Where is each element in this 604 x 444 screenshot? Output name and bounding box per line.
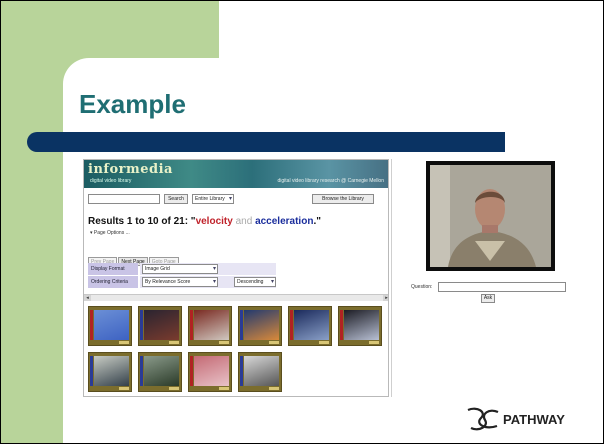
display-format-cell: Image Grid xyxy=(140,263,276,275)
thumbnail-caption-tag xyxy=(119,341,129,344)
thumbnail-caption-tag xyxy=(119,387,129,390)
thumbnail-caption-tag xyxy=(219,341,229,344)
library-browser-panel: informedia digital video library digital… xyxy=(83,159,389,397)
thumbnail-image xyxy=(94,356,129,386)
thumbnail-image xyxy=(194,356,229,386)
query-term-acceleration: acceleration xyxy=(255,216,314,227)
scroll-right-arrow-icon[interactable]: ▸ xyxy=(383,295,388,301)
pathway-logo: PATHWAY xyxy=(465,404,585,434)
results-suffix: ." xyxy=(313,216,321,227)
speaker-image xyxy=(430,165,551,267)
relevance-strip xyxy=(240,310,243,340)
video-thumbnail[interactable] xyxy=(88,352,132,392)
search-button[interactable]: Search xyxy=(164,194,188,204)
browse-library-button[interactable]: Browse the Library xyxy=(312,194,374,204)
search-input[interactable] xyxy=(88,194,160,204)
title-underline-bar xyxy=(27,132,505,152)
video-thumbnail[interactable] xyxy=(188,352,232,392)
display-format-label: Display Format xyxy=(88,263,138,275)
logo-subtitle: digital video library xyxy=(90,178,132,184)
thumbnail-image xyxy=(194,310,229,340)
horizontal-scrollbar[interactable]: ◂ ▸ xyxy=(84,294,388,301)
video-thumbnail[interactable] xyxy=(238,306,282,346)
thumbnail-caption-tag xyxy=(269,387,279,390)
page-options-toggle[interactable]: ▾ Page Options ... xyxy=(90,230,130,236)
thumbnail-image xyxy=(344,310,379,340)
library-banner: informedia digital video library digital… xyxy=(84,160,388,188)
video-thumbnail[interactable] xyxy=(138,352,182,392)
ask-button[interactable]: Ask xyxy=(481,294,495,303)
slide: Example informedia digital video library… xyxy=(0,0,604,444)
video-thumbnail[interactable] xyxy=(288,306,332,346)
video-thumbnail[interactable] xyxy=(238,352,282,392)
relevance-strip xyxy=(90,356,93,386)
pager-buttons: Prev Page Next Page Goto Page xyxy=(88,250,180,266)
ordering-criteria-cell: By Relevance Score Descending xyxy=(140,276,276,288)
scope-select[interactable]: Entire Library xyxy=(192,194,234,204)
thumbnail-image xyxy=(294,310,329,340)
relevance-strip xyxy=(240,356,243,386)
video-thumbnail[interactable] xyxy=(188,306,232,346)
relevance-strip xyxy=(190,310,193,340)
relevance-strip xyxy=(90,310,93,340)
relevance-strip xyxy=(140,356,143,386)
thumbnail-image xyxy=(144,356,179,386)
query-connector: and xyxy=(232,216,256,227)
sort-direction-select[interactable]: Descending xyxy=(234,277,276,287)
video-thumbnail[interactable] xyxy=(338,306,382,346)
thumbnail-image xyxy=(94,310,129,340)
scroll-left-arrow-icon[interactable]: ◂ xyxy=(84,295,91,301)
thumbnail-image xyxy=(244,310,279,340)
video-thumbnail[interactable] xyxy=(138,306,182,346)
display-format-row: Display Format Image Grid xyxy=(88,263,276,275)
relevance-strip xyxy=(340,310,343,340)
panel-divider xyxy=(391,159,392,397)
slide-title: Example xyxy=(79,89,186,119)
ordering-criteria-select[interactable]: By Relevance Score xyxy=(142,277,218,287)
thumbnail-caption-tag xyxy=(319,341,329,344)
results-heading: Results 1 to 10 of 21: "velocity and acc… xyxy=(88,216,321,227)
banner-tagline: digital video library research @ Carnegi… xyxy=(277,178,384,184)
question-input[interactable] xyxy=(438,282,566,292)
video-frame xyxy=(430,165,551,267)
pathway-swirl-icon xyxy=(467,407,499,431)
thumbnail-caption-tag xyxy=(219,387,229,390)
thumbnail-caption-tag xyxy=(269,341,279,344)
relevance-strip xyxy=(190,356,193,386)
display-format-select[interactable]: Image Grid xyxy=(142,264,218,274)
query-term-velocity: velocity xyxy=(195,216,233,227)
ordering-criteria-label: Ordering Criteria xyxy=(88,276,138,288)
pathway-logo-text: PATHWAY xyxy=(503,412,565,427)
ordering-criteria-row: Ordering Criteria By Relevance Score Des… xyxy=(88,276,276,288)
video-thumbnail[interactable] xyxy=(88,306,132,346)
thumbnail-image xyxy=(144,310,179,340)
relevance-strip xyxy=(140,310,143,340)
thumbnail-caption-tag xyxy=(169,387,179,390)
thumbnail-caption-tag xyxy=(169,341,179,344)
relevance-strip xyxy=(290,310,293,340)
video-player[interactable] xyxy=(426,161,555,271)
search-row: Search Entire Library Browse the Library xyxy=(84,194,388,206)
results-prefix: Results 1 to 10 of 21: " xyxy=(88,216,196,227)
thumbnail-caption-tag xyxy=(369,341,379,344)
thumbnail-image xyxy=(244,356,279,386)
question-label: Question: xyxy=(411,284,433,290)
informedia-logo[interactable]: informedia xyxy=(88,162,173,177)
